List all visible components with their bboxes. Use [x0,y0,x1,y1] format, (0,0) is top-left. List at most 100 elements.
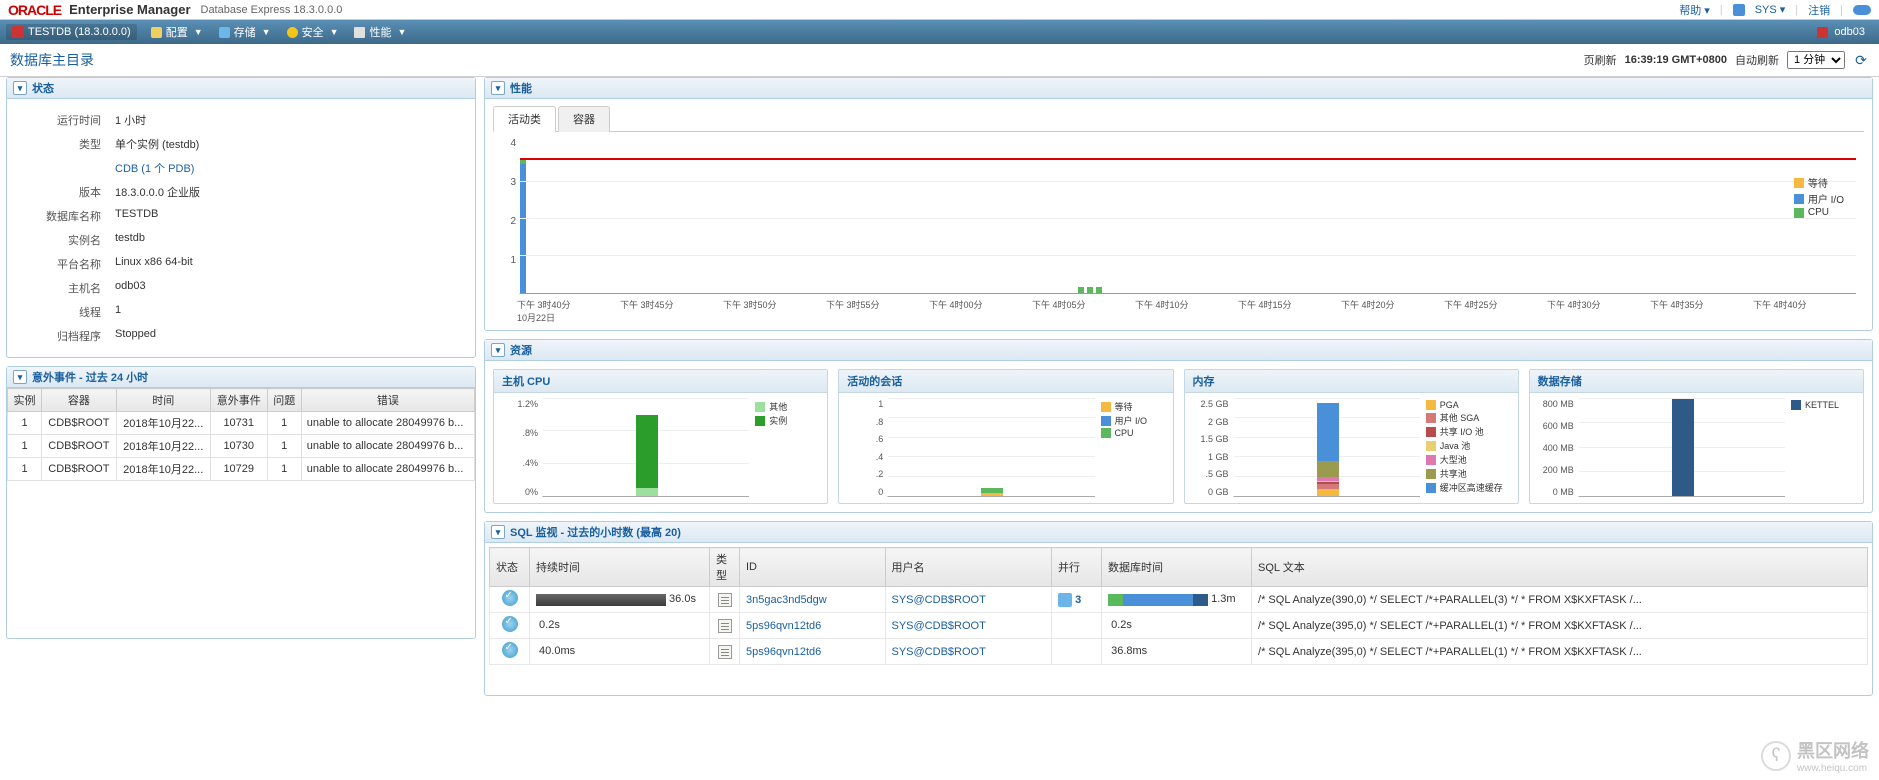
perf-tabs: 活动类 容器 [493,105,1864,132]
chart-icon [354,27,365,38]
sql-monitor-panel: ▾ SQL 监视 - 过去的小时数 (最高 20) 状态持续时间类型ID用户名并行… [484,521,1873,696]
db-badge[interactable]: TESTDB (18.3.0.0.0) [6,24,137,40]
column-header[interactable]: 类型 [710,548,740,587]
status-value: testdb [109,229,206,251]
sql-id-link[interactable]: 5ps96qvn12td6 [746,620,821,632]
status-table: 运行时间1 小时类型单个实例 (testdb)CDB (1 个 PDB)版本18… [15,107,208,349]
status-label: 实例名 [17,229,107,251]
status-ok-icon [502,642,518,658]
collapse-icon[interactable]: ▾ [491,343,505,357]
table-row[interactable]: 1CDB$ROOT2018年10月22...107311unable to al… [8,412,475,435]
refreshed-label: 页刷新 [1584,52,1617,68]
column-header[interactable]: 意外事件 [210,389,267,412]
column-header[interactable]: 用户名 [885,548,1052,587]
sql-user-link[interactable]: SYS@CDB$ROOT [892,594,986,606]
column-header[interactable]: 实例 [8,389,42,412]
menu-performance[interactable]: 性能▼ [346,21,414,43]
menu-bar: TESTDB (18.3.0.0.0) 配置▼ 存储▼ 安全▼ 性能▼ odb0… [0,20,1879,44]
refresh-interval-select[interactable]: 1 分钟 [1787,51,1845,69]
column-header[interactable]: 并行 [1052,548,1102,587]
refresh-button[interactable]: ⟳ [1853,52,1869,68]
status-label: 归档程序 [17,325,107,347]
column-header[interactable]: 问题 [267,389,301,412]
status-value: Linux x86 64-bit [109,253,206,275]
column-header[interactable]: 状态 [490,548,530,587]
collapse-icon[interactable]: ▾ [491,525,505,539]
column-header[interactable]: 持续时间 [530,548,710,587]
status-value[interactable]: CDB (1 个 PDB) [109,157,206,179]
table-row[interactable]: 0.2s5ps96qvn12td6SYS@CDB$ROOT 0.2s/* SQL… [490,613,1868,639]
status-value: 1 小时 [109,109,206,131]
collapse-icon[interactable]: ▾ [13,370,27,384]
status-label: 线程 [17,301,107,323]
sql-id-link[interactable]: 5ps96qvn12td6 [746,646,821,658]
table-row[interactable]: 40.0ms5ps96qvn12td6SYS@CDB$ROOT 36.8ms/*… [490,639,1868,665]
collapse-icon[interactable]: ▾ [13,81,27,95]
column-header[interactable]: 数据库时间 [1102,548,1252,587]
status-value: Stopped [109,325,206,347]
tab-containers[interactable]: 容器 [558,106,610,132]
status-label: 运行时间 [17,109,107,131]
status-label: 主机名 [17,277,107,299]
oracle-badge-icon [1853,5,1871,15]
refreshed-time: 16:39:19 GMT+0800 [1625,54,1727,66]
sql-user-link[interactable]: SYS@CDB$ROOT [892,620,986,632]
db-label: TESTDB (18.3.0.0.0) [28,26,131,38]
status-ok-icon [502,616,518,632]
resources-panel: ▾资源 主机 CPU 1.2%.8%.4%0% 其他实例 活动的会话 [484,339,1873,513]
status-value: 1 [109,301,206,323]
status-label: 版本 [17,181,107,203]
user-menu[interactable]: SYS ▾ [1755,3,1786,16]
column-header[interactable]: 容器 [42,389,117,412]
shield-icon [287,27,298,38]
incidents-title: 意外事件 - 过去 24 小时 [32,369,148,385]
column-header[interactable]: 错误 [301,389,474,412]
user-icon [1733,4,1745,16]
sql-id-link[interactable]: 3n5gac3nd5dgw [746,594,827,606]
activity-legend: 等待用户 I/OCPU [1794,174,1844,219]
status-label: 数据库名称 [17,205,107,227]
sql-title: SQL 监视 - 过去的小时数 (最高 20) [510,524,681,540]
sessions-panel: 活动的会话 1.8.6.4.20 等待用户 I/OCPU [838,369,1173,504]
app-subtitle: Database Express 18.3.0.0.0 [201,4,343,16]
status-label [17,157,107,179]
help-link[interactable]: 帮助 ▾ [1679,2,1710,18]
database-icon [12,26,24,38]
column-header[interactable]: SQL 文本 [1252,548,1868,587]
status-value: odb03 [109,277,206,299]
storage-icon [219,27,230,38]
menu-config[interactable]: 配置▼ [143,21,211,43]
logout-link[interactable]: 注销 [1808,2,1830,18]
status-panel: ▾状态 运行时间1 小时类型单个实例 (testdb)CDB (1 个 PDB)… [6,77,476,358]
column-header[interactable]: 时间 [116,389,210,412]
gear-icon [151,27,162,38]
oracle-logo: ORACLE [8,2,61,18]
performance-panel: ▾性能 活动类 容器 4321 下午 3时40分10月22日下午 3时45分下午… [484,77,1873,331]
status-title: 状态 [32,80,54,96]
table-row[interactable]: 1CDB$ROOT2018年10月22...107301unable to al… [8,435,475,458]
memory-panel: 内存 2.5 GB2 GB1.5 GB1 GB.5 GB0 GB PGA其他 S… [1184,369,1519,504]
sql-table: 状态持续时间类型ID用户名并行数据库时间SQL 文本 36.0s3n5gac3n… [489,547,1868,665]
parallel-icon [1058,593,1072,607]
status-label: 平台名称 [17,253,107,275]
app-title: Enterprise Manager [69,2,190,17]
status-value: 18.3.0.0.0 企业版 [109,181,206,203]
collapse-icon[interactable]: ▾ [491,81,505,95]
status-label: 类型 [17,133,107,155]
host-cpu-panel: 主机 CPU 1.2%.8%.4%0% 其他实例 [493,369,828,504]
table-row[interactable]: 36.0s3n5gac3nd5dgwSYS@CDB$ROOT 3 1.3m/* … [490,587,1868,613]
incidents-table: 实例容器时间意外事件问题错误 1CDB$ROOT2018年10月22...107… [7,388,475,481]
column-header[interactable]: ID [740,548,886,587]
top-header: ORACLE Enterprise Manager Database Expre… [0,0,1879,20]
menu-storage[interactable]: 存储▼ [211,21,279,43]
table-row[interactable]: 1CDB$ROOT2018年10月22...107291unable to al… [8,458,475,481]
status-ok-icon [502,590,518,606]
tab-activity-class[interactable]: 活动类 [493,106,556,132]
sql-type-icon [718,593,732,607]
sql-type-icon [718,645,732,659]
sql-user-link[interactable]: SYS@CDB$ROOT [892,646,986,658]
auto-refresh-label: 自动刷新 [1735,52,1779,68]
menu-security[interactable]: 安全▼ [279,21,347,43]
performance-title: 性能 [510,80,532,96]
page-title: 数据库主目录 [10,50,94,70]
